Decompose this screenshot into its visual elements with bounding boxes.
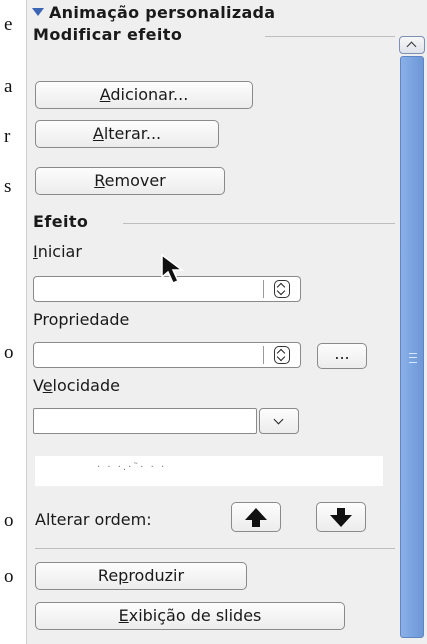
document-letter: a (4, 76, 13, 97)
document-letter: o (4, 510, 14, 531)
document-letter: s (4, 176, 12, 197)
play-button[interactable]: Reproduzir (35, 562, 247, 590)
move-up-button[interactable] (231, 502, 281, 532)
triangle-down-icon[interactable] (32, 8, 44, 16)
effect-preview-area (35, 456, 383, 486)
grip-icon (409, 353, 417, 363)
spin-updown-icon[interactable] (274, 280, 290, 298)
property-label: Propriedade (33, 310, 130, 329)
modify-effect-heading: Modificar efeito (33, 25, 183, 44)
speed-select[interactable] (33, 408, 257, 434)
effect-heading: Efeito (33, 212, 89, 231)
speed-dropdown-button[interactable] (259, 408, 299, 434)
slideshow-button[interactable]: Exibição de slides (35, 602, 345, 630)
section-divider (123, 223, 395, 224)
document-edge: e a r s o o o (0, 0, 26, 644)
move-down-button[interactable] (316, 502, 366, 532)
remove-effect-button[interactable]: Remover (35, 167, 225, 195)
panel-title: Animação personalizada (49, 3, 276, 22)
add-effect-button[interactable]: Adicionar... (35, 81, 253, 109)
arrow-up-icon (245, 508, 267, 527)
speed-label: Velocidade (33, 376, 120, 395)
preview-artifacts: · · ·.·˜· · · (97, 462, 167, 473)
section-divider (265, 36, 395, 37)
chevron-up-icon (406, 41, 417, 52)
mouse-pointer-icon (161, 253, 185, 284)
custom-animation-panel: Animação personalizada Modificar efeito … (26, 0, 427, 644)
document-letter: r (4, 126, 11, 147)
change-order-label: Alterar ordem: (35, 510, 152, 529)
property-options-button[interactable]: ... (317, 343, 367, 369)
section-divider (35, 548, 395, 549)
panel-header[interactable]: Animação personalizada (27, 0, 397, 26)
spin-updown-icon[interactable] (274, 346, 290, 364)
arrow-down-icon (330, 508, 352, 527)
start-label: Iniciar (33, 242, 82, 261)
scroll-up-button[interactable] (399, 36, 425, 54)
chevron-down-icon (273, 414, 284, 425)
vertical-scrollbar[interactable] (399, 36, 425, 640)
property-spinbox[interactable] (33, 342, 301, 368)
document-letter: o (4, 342, 14, 363)
change-effect-button[interactable]: Alterar... (35, 120, 219, 148)
document-letter: o (4, 566, 14, 587)
document-letter: e (4, 14, 13, 35)
scrollbar-thumb[interactable] (400, 56, 424, 638)
